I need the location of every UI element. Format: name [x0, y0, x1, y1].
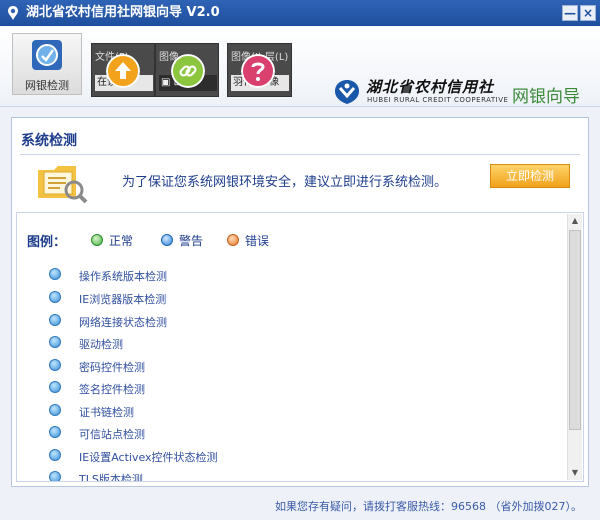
info-status-icon — [49, 449, 61, 461]
check-item-label: 操作系统版本检测 — [79, 270, 167, 283]
folder-check-icon — [38, 166, 88, 204]
upload-arrow-icon — [106, 54, 140, 88]
network-check-icon — [32, 40, 62, 70]
info-status-icon — [49, 471, 61, 481]
toolbar-button-link[interactable]: 图像 ▣ ⊡ — [155, 43, 219, 97]
footer: 如果您存有疑问，请拨打客服热线：96568 （省外加拨027）。 — [0, 490, 600, 520]
scroll-down-arrow-icon[interactable]: ▼ — [568, 466, 582, 480]
minimize-button[interactable]: — — [562, 5, 578, 21]
scroll-thumb[interactable] — [569, 230, 581, 430]
info-status-icon — [49, 381, 61, 393]
info-status-icon — [49, 314, 61, 326]
legend-err-label: 错误 — [245, 234, 270, 248]
check-hint-text: 为了保证您系统网银环境安全，建议立即进行系统检测。 — [122, 175, 448, 190]
toolbar: 网银检测 文件(F) 在设置 图像 ▣ ⊡ 图像(I) 层(L) 羽化: 0 像 — [0, 26, 600, 107]
toolbar-button-upload[interactable]: 文件(F) 在设置 — [91, 43, 155, 97]
legend-warn-label: 警告 — [179, 234, 204, 248]
info-status-icon — [49, 291, 61, 303]
check-item-label: 密码控件检测 — [79, 361, 145, 374]
system-check-panel: 系统检测 为了保证您系统网银环境安全，建议立即进行系统检测。 立即检测 图例： … — [11, 117, 589, 487]
app-logo-icon — [8, 6, 18, 20]
network-check-label: 网银检测 — [25, 79, 69, 92]
panel-divider — [20, 154, 580, 155]
warning-status-icon — [161, 234, 173, 246]
help-question-icon — [241, 54, 275, 88]
panel-title: 系统检测 — [21, 133, 77, 149]
app-window: 湖北省农村信用社网银向导 V2.0 — × 网银检测 文件(F) 在设置 图像 … — [0, 0, 600, 520]
hotline-text: 如果您存有疑问，请拨打客服热线：96568 （省外加拨027）。 — [275, 500, 582, 513]
window-title: 湖北省农村信用社网银向导 V2.0 — [26, 5, 220, 20]
check-item-label: IE浏览器版本检测 — [79, 293, 167, 306]
close-button[interactable]: × — [580, 5, 596, 21]
list-scrollbar[interactable]: ▲ ▼ — [567, 214, 582, 480]
brand-name-cn: 湖北省农村信用社 — [366, 78, 495, 96]
check-result-list: 图例： 正常 警告 错误 操作系统版本检测 IE浏览器版本检测 网络连接状态检测… — [16, 212, 584, 482]
ok-status-icon — [91, 234, 103, 246]
network-check-tab[interactable]: 网银检测 — [12, 33, 82, 95]
check-item-label: TLS版本检测 — [79, 473, 143, 482]
info-status-icon — [49, 268, 61, 280]
info-status-icon — [49, 404, 61, 416]
rural-credit-logo-icon — [335, 80, 359, 104]
legend-title: 图例： — [27, 235, 67, 250]
check-item-label: IE设置Activex控件状态检测 — [79, 451, 218, 464]
check-item-label: 驱动检测 — [79, 338, 123, 351]
check-item-label: 网络连接状态检测 — [79, 316, 167, 329]
check-item-label: 签名控件检测 — [79, 383, 145, 396]
check-item-label: 证书链检测 — [79, 406, 134, 419]
link-icon — [171, 54, 205, 88]
info-status-icon — [49, 359, 61, 371]
title-bar: 湖北省农村信用社网银向导 V2.0 — × — [0, 0, 600, 26]
brand-app-name: 网银向导 — [512, 87, 580, 107]
start-check-button[interactable]: 立即检测 — [490, 164, 570, 188]
error-status-icon — [227, 234, 239, 246]
brand-name-en: HUBEI RURAL CREDIT COOPERATIVE — [367, 96, 509, 104]
toolbar-button-help[interactable]: 图像(I) 层(L) 羽化: 0 像 — [227, 43, 292, 97]
info-status-icon — [49, 426, 61, 438]
legend-ok-label: 正常 — [109, 234, 134, 248]
scroll-up-arrow-icon[interactable]: ▲ — [568, 214, 582, 228]
info-status-icon — [49, 336, 61, 348]
check-item-label: 可信站点检测 — [79, 428, 145, 441]
